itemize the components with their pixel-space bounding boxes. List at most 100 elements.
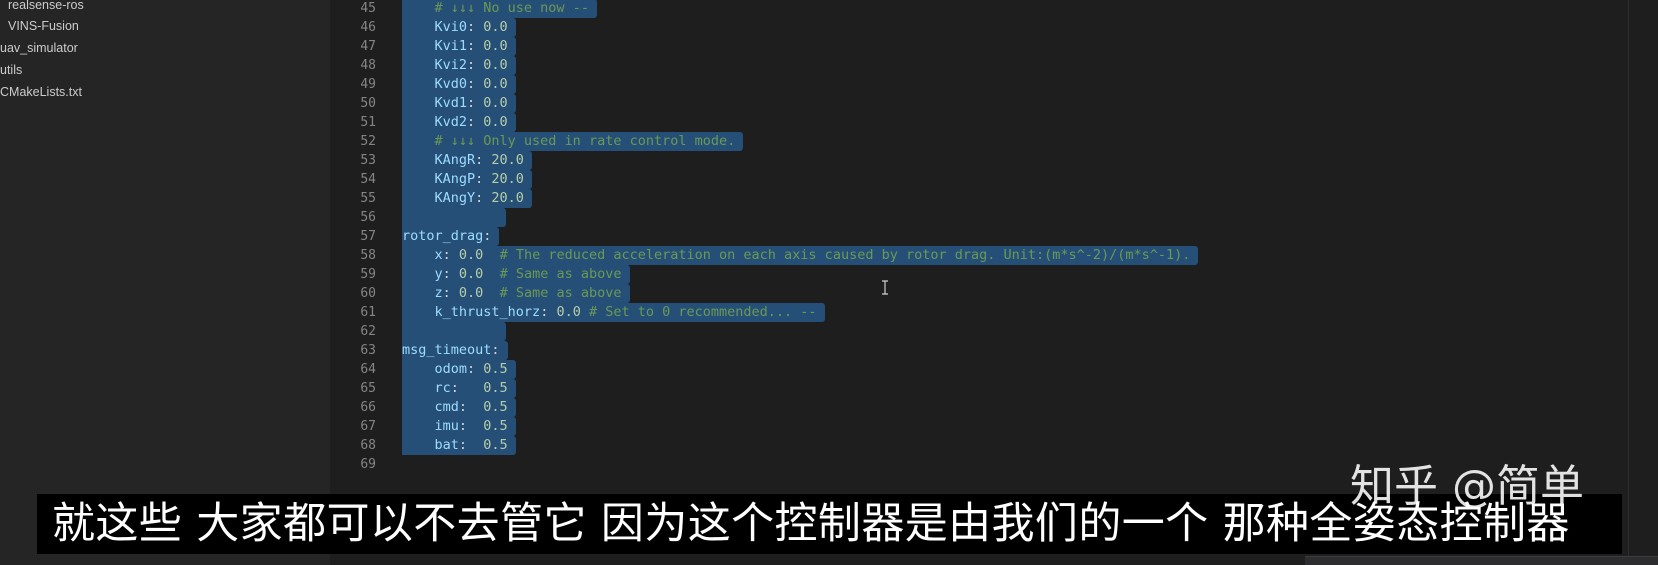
code-line[interactable]: 61 k_thrust_horz: 0.0 # Set to 0 recomme…	[330, 303, 1620, 322]
code-text: # ↓↓↓ No use now --	[402, 0, 597, 18]
code-line[interactable]: 60 z: 0.0 # Same as above	[330, 284, 1620, 303]
code-text: imu: 0.5	[402, 417, 516, 436]
explorer-item-realsense-ros[interactable]: realsense-ros	[8, 0, 84, 13]
yaml-value: 20.0	[491, 190, 524, 206]
yaml-key: Kvi1	[434, 38, 468, 54]
yaml-value: 0.0	[483, 57, 508, 73]
code-line[interactable]: 64 odom: 0.5	[330, 360, 1620, 379]
notification-panel	[1305, 556, 1658, 565]
line-number: 54	[360, 172, 376, 187]
code-text: Kvd0: 0.0	[402, 75, 516, 94]
yaml-value: 0.0	[483, 95, 508, 111]
code-line[interactable]: 45 # ↓↓↓ No use now --	[330, 0, 1620, 18]
line-number: 62	[360, 324, 376, 339]
code-line[interactable]: 47 Kvi1: 0.0	[330, 37, 1620, 56]
code-line[interactable]: 46 Kvi0: 0.0	[330, 18, 1620, 37]
code-line[interactable]: 50 Kvd1: 0.0	[330, 94, 1620, 113]
line-number: 57	[360, 229, 376, 244]
code-text: Kvd1: 0.0	[402, 94, 516, 113]
yaml-key: z	[434, 285, 443, 301]
code-line[interactable]: 53 KAngR: 20.0	[330, 151, 1620, 170]
code-line[interactable]: 51 Kvd2: 0.0	[330, 113, 1620, 132]
yaml-separator: :	[442, 247, 459, 263]
yaml-separator: :	[450, 380, 484, 396]
video-subtitle: 就这些 大家都可以不去管它 因为这个控制器是由我们的一个 那种全姿态控制器	[52, 499, 1570, 549]
yaml-separator: :	[442, 266, 459, 282]
line-number: 60	[360, 286, 376, 301]
yaml-comment: # Same as above	[499, 266, 622, 282]
code-line[interactable]: 49 Kvd0: 0.0	[330, 75, 1620, 94]
line-number: 47	[360, 39, 376, 54]
code-text: cmd: 0.5	[402, 398, 516, 417]
code-line[interactable]: 54 KAngP: 20.0	[330, 170, 1620, 189]
line-number: 61	[360, 305, 376, 320]
line-number: 52	[360, 134, 376, 149]
code-line[interactable]: 67 imu: 0.5	[330, 417, 1620, 436]
code-line[interactable]: 56	[330, 208, 1620, 227]
line-number: 46	[360, 20, 376, 35]
yaml-value: 0.0	[556, 304, 581, 320]
code-text: KAngP: 20.0	[402, 170, 532, 189]
yaml-separator: :	[458, 437, 484, 453]
yaml-key: KAngR	[434, 152, 476, 168]
zhihu-watermark: 知乎 @简单	[1350, 461, 1584, 512]
line-number: 51	[360, 115, 376, 130]
code-line[interactable]: 62	[330, 322, 1620, 341]
editor-scrollbar[interactable]	[1628, 0, 1658, 565]
yaml-value: 20.0	[491, 152, 524, 168]
line-number: 49	[360, 77, 376, 92]
yaml-key: rc	[434, 380, 451, 396]
code-line[interactable]: 65 rc: 0.5	[330, 379, 1620, 398]
yaml-comment: # Set to 0 recommended... --	[588, 304, 817, 320]
yaml-key: Kvd0	[434, 76, 468, 92]
code-text: KAngY: 20.0	[402, 189, 532, 208]
line-number: 56	[360, 210, 376, 225]
explorer-item-cmakelists[interactable]: CMakeLists.txt	[0, 84, 82, 100]
yaml-key: Kvi2	[434, 57, 468, 73]
code-line[interactable]: 66 cmd: 0.5	[330, 398, 1620, 417]
yaml-value: 0.0	[483, 38, 508, 54]
yaml-key: Kvd1	[434, 95, 468, 111]
yaml-separator: :	[475, 190, 492, 206]
code-line[interactable]: 58 x: 0.0 # The reduced acceleration on …	[330, 246, 1620, 265]
line-number: 66	[360, 400, 376, 415]
line-number: 50	[360, 96, 376, 111]
code-text: Kvi2: 0.0	[402, 56, 516, 75]
text-cursor-icon	[882, 280, 888, 295]
yaml-separator: :	[467, 19, 484, 35]
yaml-value: 0.0	[458, 266, 484, 282]
explorer-item-utils[interactable]: utils	[0, 62, 22, 78]
yaml-comment: # ↓↓↓ Only used in rate control mode.	[434, 133, 736, 149]
yaml-separator: :	[475, 171, 492, 187]
code-line[interactable]: 55 KAngY: 20.0	[330, 189, 1620, 208]
code-line[interactable]: 48 Kvi2: 0.0	[330, 56, 1620, 75]
code-line[interactable]: 68 bat: 0.5	[330, 436, 1620, 455]
yaml-value: 0.0	[458, 247, 484, 263]
yaml-separator: :	[442, 285, 459, 301]
code-text: y: 0.0 # Same as above	[402, 265, 630, 284]
yaml-separator: :	[467, 57, 484, 73]
line-number: 68	[360, 438, 376, 453]
yaml-value: 0.0	[483, 19, 508, 35]
code-line[interactable]: 63 msg_timeout:	[330, 341, 1620, 360]
yaml-key: rotor_drag	[402, 228, 484, 244]
explorer-item-vins-fusion[interactable]: VINS-Fusion	[8, 18, 79, 34]
explorer-item-uav-simulator[interactable]: uav_simulator	[0, 40, 78, 56]
line-number: 58	[360, 248, 376, 263]
yaml-value: 0.0	[483, 114, 508, 130]
code-text: odom: 0.5	[402, 360, 516, 379]
yaml-key: y	[434, 266, 443, 282]
code-line[interactable]: 59 y: 0.0 # Same as above	[330, 265, 1620, 284]
code-line[interactable]: 52 # ↓↓↓ Only used in rate control mode.	[330, 132, 1620, 151]
yaml-key: Kvi0	[434, 19, 468, 35]
line-number: 48	[360, 58, 376, 73]
explorer-sidebar: realsense-ros VINS-Fusion uav_simulator …	[0, 0, 330, 565]
yaml-key: msg_timeout	[402, 342, 492, 358]
yaml-key: cmd	[434, 399, 459, 415]
yaml-separator: :	[467, 114, 484, 130]
yaml-separator: :	[483, 228, 492, 244]
line-number: 45	[360, 1, 376, 16]
code-line[interactable]: 57 rotor_drag:	[330, 227, 1620, 246]
yaml-separator: :	[491, 342, 500, 358]
line-number: 59	[360, 267, 376, 282]
